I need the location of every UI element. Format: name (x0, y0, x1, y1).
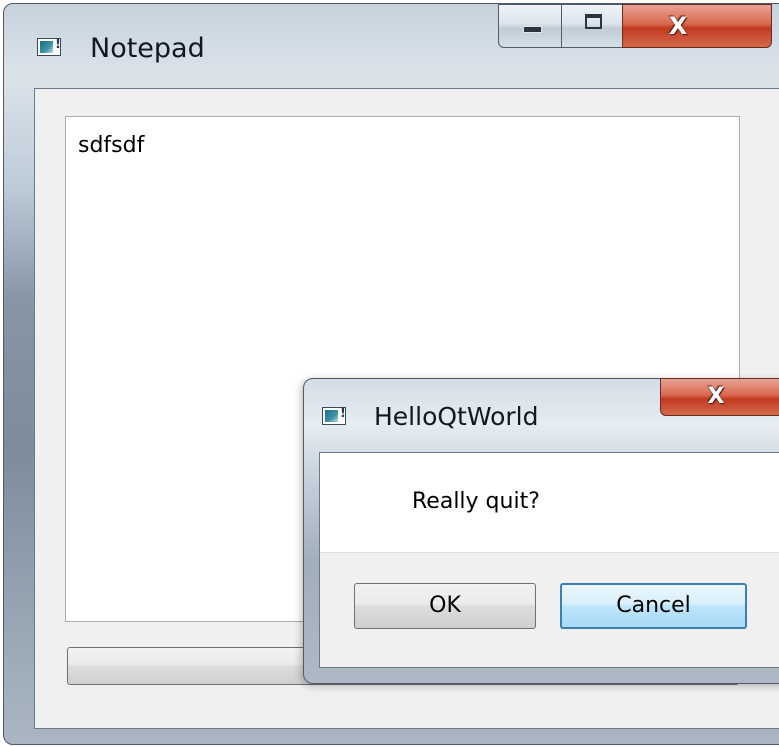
dialog-client-area: Really quit? OK Cancel (319, 452, 779, 668)
window-title: Notepad (90, 33, 205, 64)
close-button[interactable]: X (622, 4, 772, 48)
dialog-app-icon: ! (322, 407, 346, 425)
dialog-title: HelloQtWorld (374, 402, 539, 431)
close-icon: X (707, 384, 725, 409)
cancel-button[interactable]: Cancel (560, 583, 747, 629)
dialog-message-area: Really quit? (320, 453, 779, 553)
ok-button[interactable]: OK (354, 583, 536, 629)
minimize-button[interactable] (498, 4, 562, 48)
close-icon: X (668, 12, 688, 40)
quit-dialog: ! HelloQtWorld X Really quit? OK Cancel (303, 378, 779, 684)
maximize-icon (585, 14, 602, 29)
dialog-message: Really quit? (412, 489, 540, 514)
dialog-close-button[interactable]: X (660, 378, 779, 416)
text-editor-content: sdfsdf (78, 133, 145, 158)
maximize-button[interactable] (561, 4, 623, 48)
app-icon: ! (37, 38, 61, 56)
minimize-icon (523, 26, 542, 33)
